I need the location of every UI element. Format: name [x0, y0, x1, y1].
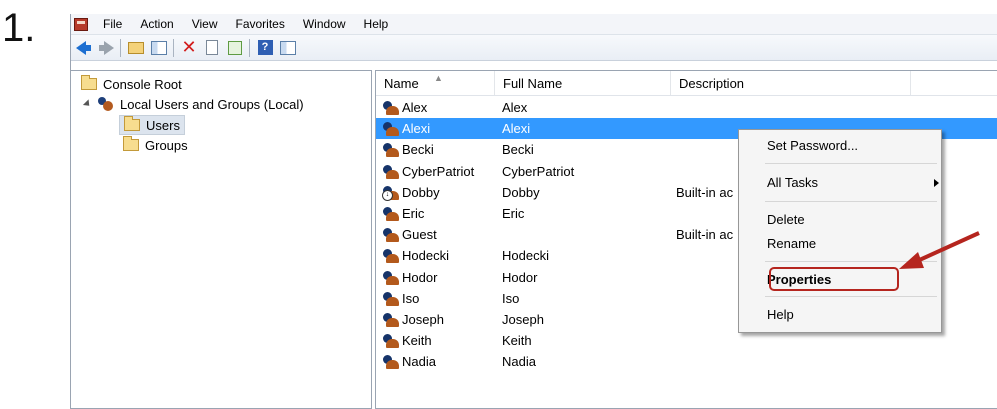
annotation-arrow-head [899, 252, 924, 269]
annotation-arrow [899, 231, 980, 269]
annotation-arrow-shaft [914, 231, 980, 264]
disabled-badge-icon: ↓ [382, 189, 393, 201]
